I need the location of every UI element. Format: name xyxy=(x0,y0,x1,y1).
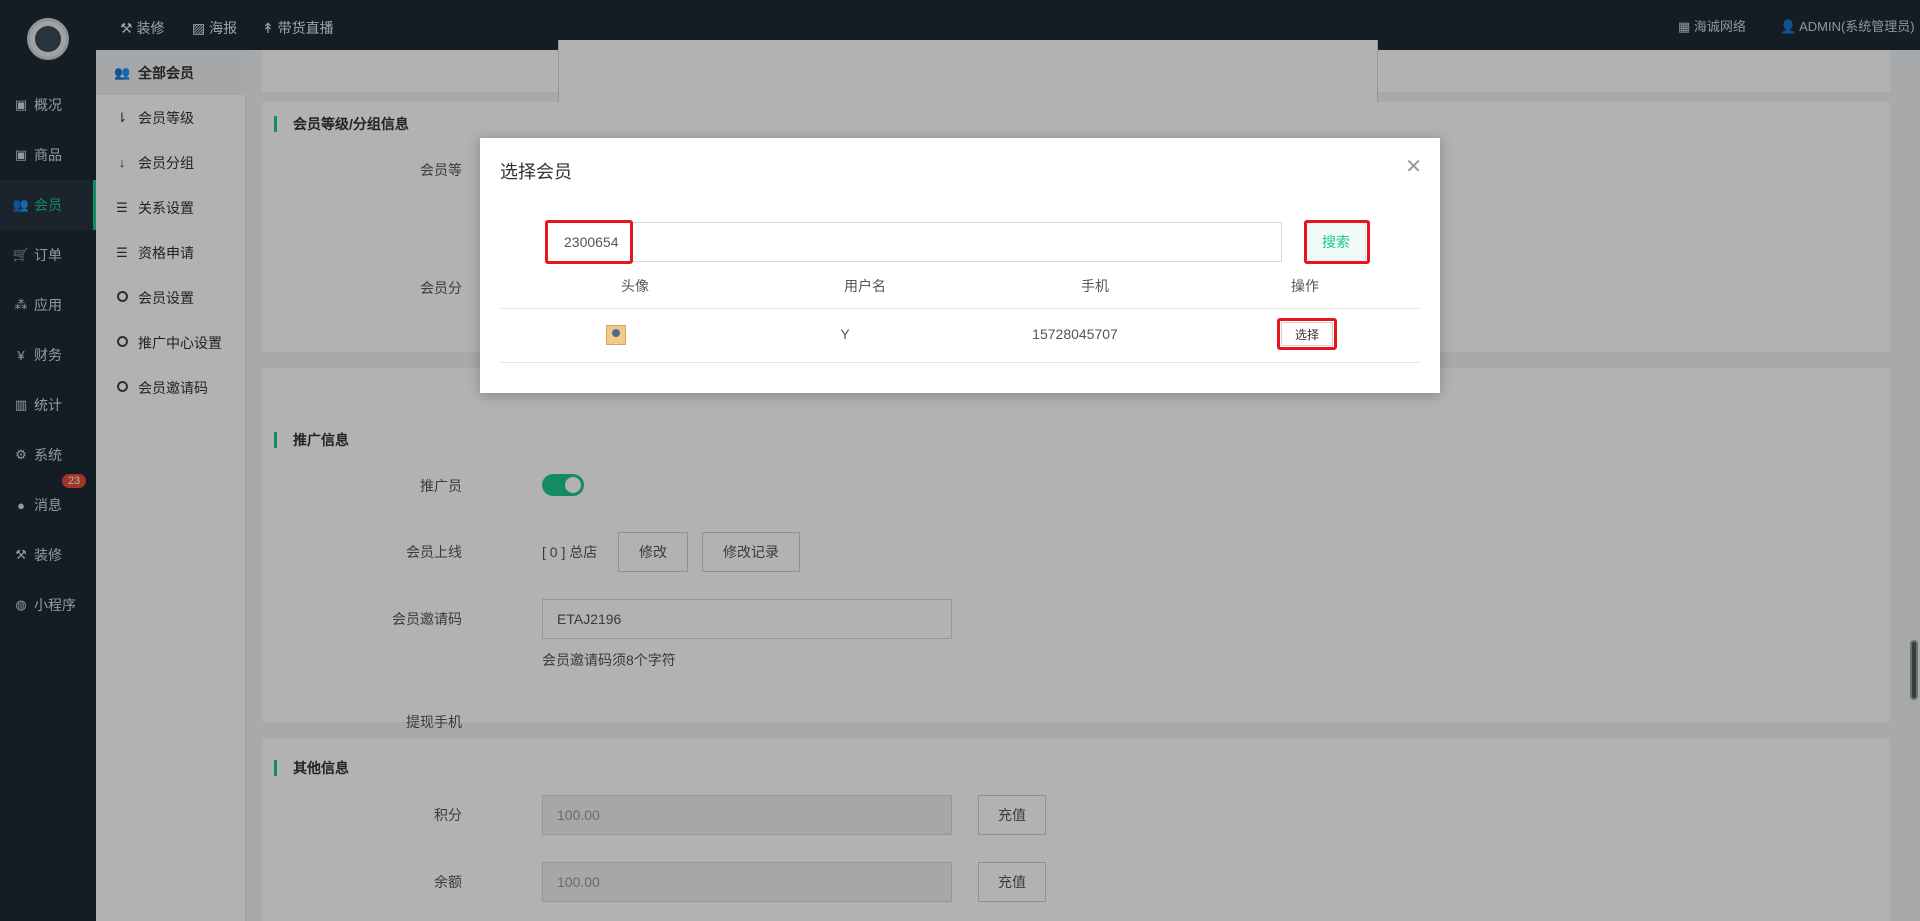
column-header-avatar: 头像 xyxy=(621,278,649,294)
close-icon[interactable]: ✕ xyxy=(1405,154,1422,179)
column-header-phone: 手机 xyxy=(1081,278,1109,294)
column-header-action: 操作 xyxy=(1291,278,1319,294)
divider xyxy=(500,308,1420,309)
divider xyxy=(500,362,1420,363)
member-username: Y xyxy=(840,326,850,342)
highlight-box xyxy=(1277,318,1337,350)
highlight-box xyxy=(1304,220,1370,264)
highlight-box xyxy=(545,220,633,264)
member-phone: 15728045707 xyxy=(1032,326,1118,342)
member-avatar xyxy=(606,325,626,345)
column-header-username: 用户名 xyxy=(844,278,886,294)
modal-title: 选择会员 xyxy=(500,162,572,182)
select-member-modal: 选择会员 ✕ 2300654 搜索 头像 用户名 手机 操作 Y 1572804… xyxy=(480,138,1440,393)
member-search-input[interactable]: 2300654 xyxy=(545,222,1282,262)
